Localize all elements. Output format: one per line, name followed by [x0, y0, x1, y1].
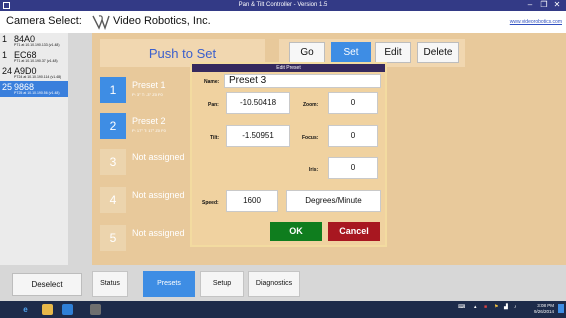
pan-label: Pan: — [208, 102, 219, 108]
zoom-label: Zoom: — [303, 102, 319, 108]
website-link[interactable]: www.videorobotics.com — [510, 19, 562, 25]
preset-number-button[interactable]: 4 — [100, 187, 126, 213]
iris-label: Iris: — [309, 167, 319, 173]
camera-number: 24 — [2, 66, 13, 76]
window-titlebar: Pan & Tilt Controller - Version 1.5 – ❐ … — [0, 0, 566, 11]
tab-diagnostics[interactable]: Diagnostics — [248, 271, 300, 297]
deselect-button[interactable]: Deselect — [12, 273, 82, 296]
close-button[interactable]: ✕ — [551, 0, 563, 11]
network-icon[interactable]: ▟ — [504, 304, 508, 310]
bottom-tab-bar: Deselect Status Presets Setup Diagnostic… — [0, 265, 566, 301]
sidebar: 1 84A0 PT1 at 10.10.190.133 (v1.48) 1 EC… — [0, 33, 92, 265]
preset-position: P: 3° T: -3° Z0 F0 — [132, 92, 163, 97]
flag-icon[interactable]: ⚑ — [494, 304, 498, 310]
os-taskbar: e ⌨ ▴ ■ ⚑ ▟ ♪ 3:08 PM 9/26/2014 — [0, 301, 566, 318]
zoom-input[interactable]: 0 — [328, 92, 378, 114]
preset-number-button[interactable]: 1 — [100, 77, 126, 103]
tab-status[interactable]: Status — [92, 271, 128, 297]
camera-number: 25 — [2, 82, 13, 92]
camera-list-item[interactable]: 24 A9D0 PT24 at 10.10.190.114 (v1.48) — [0, 65, 68, 81]
controller-app-icon[interactable] — [90, 304, 101, 315]
window-title: Pan & Tilt Controller - Version 1.5 — [238, 2, 328, 8]
delete-button[interactable]: Delete — [417, 42, 459, 63]
tab-presets[interactable]: Presets — [143, 271, 195, 297]
set-button[interactable]: Set — [331, 42, 371, 63]
tilt-input[interactable]: -1.50951 — [226, 125, 290, 147]
tab-setup[interactable]: Setup — [200, 271, 244, 297]
maximize-button[interactable]: ❐ — [538, 0, 550, 11]
minimize-button[interactable]: – — [524, 0, 536, 11]
camera-list-item-selected[interactable]: 25 9868 PT25 at 10.10.190.56 (v1.48) — [0, 81, 68, 97]
keyboard-icon[interactable]: ⌨ — [458, 304, 465, 310]
file-explorer-icon[interactable] — [42, 304, 53, 315]
name-label: Name: — [204, 79, 220, 85]
camera-list-item[interactable]: 1 84A0 PT1 at 10.10.190.133 (v1.48) — [0, 33, 68, 49]
dialog-title: Edit Preset — [192, 64, 385, 72]
camera-address: PT24 at 10.10.190.114 (v1.48) — [14, 75, 62, 79]
preset-label: Not assigned — [132, 228, 185, 238]
camera-address: PT25 at 10.10.190.56 (v1.48) — [14, 91, 60, 95]
push-to-set-title: Push to Set — [148, 46, 217, 61]
security-icon[interactable]: ■ — [484, 304, 487, 310]
clock-date: 9/26/2014 — [533, 309, 554, 314]
preset-label: Not assigned — [132, 190, 185, 200]
preset-label: Preset 2 — [132, 116, 166, 126]
pan-input[interactable]: -10.50418 — [226, 92, 290, 114]
dialog-body: Name: Preset 3 Pan: -10.50418 Zoom: 0 Ti… — [192, 72, 385, 245]
preset-number-button[interactable]: 2 — [100, 113, 126, 139]
go-button[interactable]: Go — [289, 42, 325, 63]
company-name: Video Robotics, Inc. — [113, 15, 211, 27]
camera-address: PT1 at 10.10.190.37 (v1.48) — [14, 59, 58, 63]
company-logo-icon — [92, 15, 110, 30]
system-clock[interactable]: 3:08 PM 9/26/2014 — [534, 303, 554, 315]
cancel-button[interactable]: Cancel — [328, 222, 380, 241]
preset-position: P: 17° T: 17° Z0 F0 — [132, 128, 166, 133]
preset-label: Not assigned — [132, 152, 185, 162]
robot-app-icon[interactable] — [62, 304, 73, 315]
notifications-icon[interactable] — [558, 304, 564, 313]
camera-list[interactable]: 1 84A0 PT1 at 10.10.190.133 (v1.48) 1 EC… — [0, 33, 68, 265]
camera-select-label: Camera Select: — [6, 15, 82, 27]
camera-number: 1 — [2, 34, 8, 44]
ok-button[interactable]: OK — [270, 222, 322, 241]
edit-button[interactable]: Edit — [375, 42, 411, 63]
speed-units-select[interactable]: Degrees/Minute — [286, 190, 381, 212]
tilt-label: Tilt: — [210, 135, 220, 141]
camera-address: PT1 at 10.10.190.133 (v1.48) — [14, 43, 60, 47]
iris-input[interactable]: 0 — [328, 157, 378, 179]
camera-number: 1 — [2, 50, 8, 60]
camera-list-item[interactable]: 1 EC68 PT1 at 10.10.190.37 (v1.48) — [0, 49, 68, 65]
preset-number-button[interactable]: 3 — [100, 149, 126, 175]
speed-input[interactable]: 1600 — [226, 190, 278, 212]
edit-preset-dialog: Edit Preset Name: Preset 3 Pan: -10.5041… — [190, 62, 387, 247]
app-header: Camera Select: Video Robotics, Inc. www.… — [0, 11, 566, 33]
volume-icon[interactable]: ♪ — [514, 304, 517, 310]
preset-name-input[interactable]: Preset 3 — [224, 74, 381, 88]
preset-label: Preset 1 — [132, 80, 166, 90]
focus-input[interactable]: 0 — [328, 125, 378, 147]
speed-label: Speed: — [202, 200, 219, 206]
browser-icon[interactable]: e — [20, 304, 31, 315]
preset-number-button[interactable]: 5 — [100, 225, 126, 251]
tray-chevron-icon[interactable]: ▴ — [474, 304, 477, 310]
focus-label: Focus: — [302, 135, 319, 141]
